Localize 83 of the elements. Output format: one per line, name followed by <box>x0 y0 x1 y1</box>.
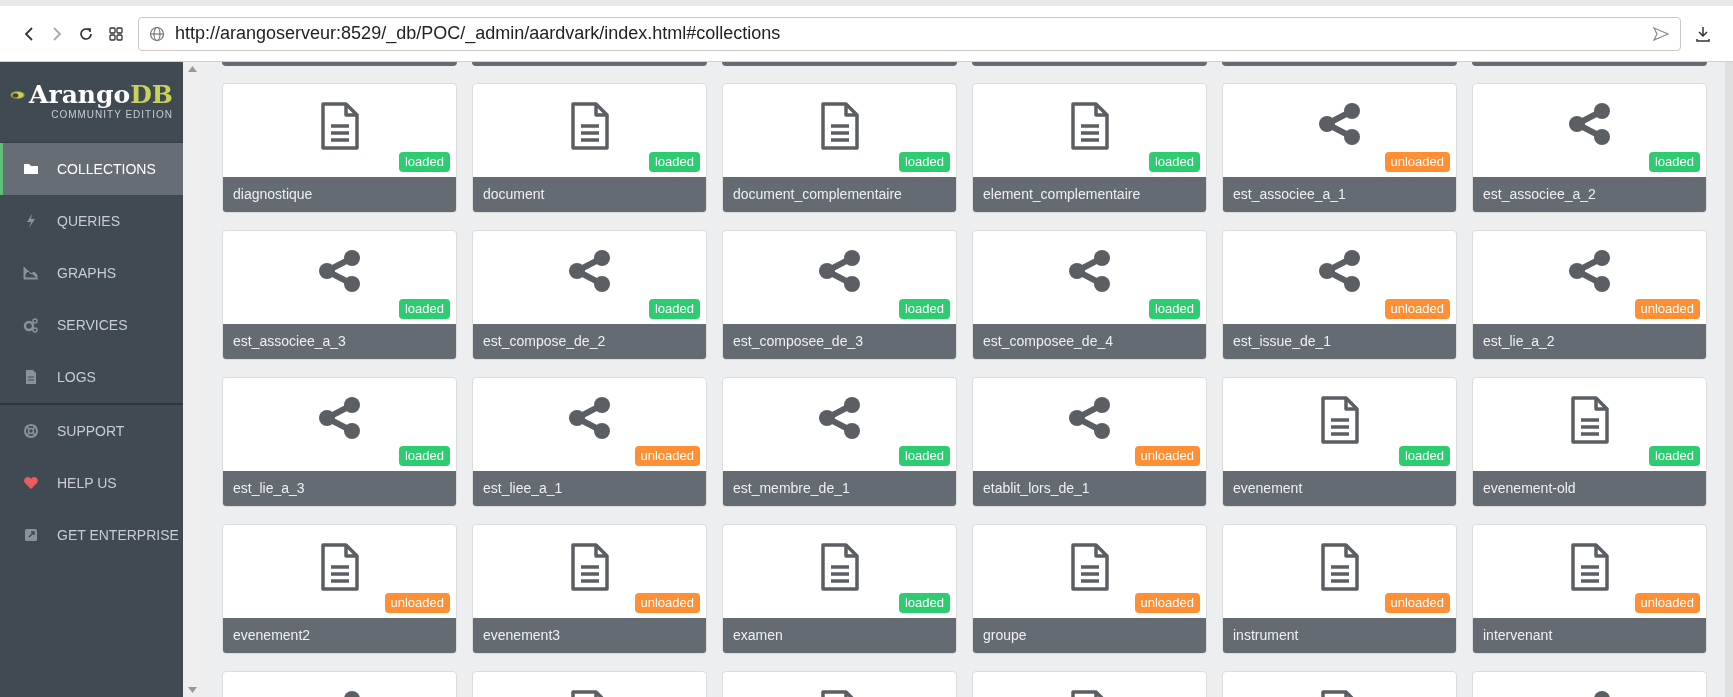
collection-card[interactable]: loaded document <box>472 83 707 213</box>
status-badge: unloaded <box>634 593 700 613</box>
status-badge: unloaded <box>1134 593 1200 613</box>
collection-card[interactable]: loaded est_membre_de_1 <box>722 377 957 507</box>
status-badge: unloaded <box>1634 593 1700 613</box>
collection-name: diagnostique <box>233 185 313 204</box>
status-badge: loaded <box>1648 152 1700 172</box>
collection-name: intervenant <box>1483 626 1553 645</box>
collection-card[interactable]: loaded est_lie_a_3 <box>222 377 457 507</box>
collection-card[interactable]: unloaded intervenant <box>1472 524 1707 654</box>
collection-card[interactable]: loaded element_complementaire <box>972 83 1207 213</box>
edition-label: COMMUNITY EDITION <box>51 109 173 122</box>
status-badge: loaded <box>898 446 950 466</box>
sidebar-item[interactable]: QUERIES <box>0 195 183 247</box>
status-badge: loaded <box>1148 299 1200 319</box>
url-text: http://arangoserveur:8529/_db/POC/_admin/aardvark/index.html#collections <box>175 22 781 46</box>
collection-name: document_complementaire <box>733 185 902 204</box>
address-bar[interactable]: http://arangoserveur:8529/_db/POC/_admin/aardvark/index.html#collections <box>138 16 1681 51</box>
collection-card[interactable]: loaded est_associee_a_3 <box>222 230 457 360</box>
collection-card[interactable]: loaded est_composee_de_4 <box>972 230 1207 360</box>
collection-name: est_lie_a_2 <box>1483 332 1555 351</box>
collection-card[interactable]: loaded examen <box>722 524 957 654</box>
collection-card[interactable]: unloaded evenement3 <box>472 524 707 654</box>
status-badge: unloaded <box>1384 593 1450 613</box>
collection-card[interactable]: loaded document_complementaire <box>722 83 957 213</box>
collection-name: evenement3 <box>483 626 561 645</box>
status-badge: loaded <box>898 593 950 613</box>
status-badge: unloaded <box>1134 446 1200 466</box>
collection-card[interactable]: unloaded est_associee_a_1 <box>1222 83 1457 213</box>
status-badge: unloaded <box>1384 299 1450 319</box>
status-badge: loaded <box>1148 152 1200 172</box>
status-badge: loaded <box>398 446 450 466</box>
status-badge: unloaded <box>384 593 450 613</box>
collection-card[interactable]: loaded est_composee_de_3 <box>722 230 957 360</box>
collection-name: est_composee_de_4 <box>983 332 1113 351</box>
collection-card[interactable]: unloaded groupe <box>972 524 1207 654</box>
collection-name: etablit_lors_de_1 <box>983 479 1090 498</box>
collection-card[interactable]: unloaded est_issue_de_1 <box>1222 230 1457 360</box>
collection-card[interactable]: unloaded etablit_lors_de_1 <box>972 377 1207 507</box>
status-badge: unloaded <box>1634 299 1700 319</box>
collection-name: est_composee_de_3 <box>733 332 863 351</box>
collection-name: est_membre_de_1 <box>733 479 850 498</box>
status-badge: loaded <box>1648 446 1700 466</box>
collection-name: document <box>483 185 545 204</box>
sidebar-item[interactable]: GET ENTERPRISE <box>0 509 183 561</box>
collection-name: instrument <box>1233 626 1299 645</box>
collection-name: est_lie_a_3 <box>233 479 305 498</box>
status-badge: unloaded <box>634 446 700 466</box>
collection-name: examen <box>733 626 783 645</box>
collection-card[interactable]: loaded evenement-old <box>1472 377 1707 507</box>
collection-name: est_compose_de_2 <box>483 332 606 351</box>
sidebar-item[interactable]: SERVICES <box>0 299 183 351</box>
sidebar-item[interactable]: HELP US <box>0 457 183 509</box>
collection-card[interactable]: unloaded instrument <box>1222 524 1457 654</box>
collection-name: element_complementaire <box>983 185 1141 204</box>
status-badge: loaded <box>398 299 450 319</box>
collection-name: est_associee_a_2 <box>1483 185 1596 204</box>
status-badge: loaded <box>648 152 700 172</box>
collection-card[interactable]: unloaded evenement2 <box>222 524 457 654</box>
status-badge: loaded <box>898 152 950 172</box>
collection-name: est_issue_de_1 <box>1233 332 1332 351</box>
collection-name: evenement <box>1233 479 1303 498</box>
status-badge: loaded <box>1398 446 1450 466</box>
collection-card[interactable]: unloaded est_liee_a_1 <box>472 377 707 507</box>
collection-name: est_liee_a_1 <box>483 479 563 498</box>
status-badge: unloaded <box>1384 152 1450 172</box>
collection-name: est_associee_a_3 <box>233 332 346 351</box>
collection-card[interactable]: loaded evenement <box>1222 377 1457 507</box>
collection-card[interactable]: unloaded est_lie_a_2 <box>1472 230 1707 360</box>
collection-card[interactable]: loaded diagnostique <box>222 83 457 213</box>
sidebar-item[interactable]: SUPPORT <box>0 405 183 457</box>
status-badge: loaded <box>648 299 700 319</box>
collection-name: evenement2 <box>233 626 311 645</box>
status-badge: loaded <box>898 299 950 319</box>
sidebar-item[interactable]: GRAPHS <box>0 247 183 299</box>
sidebar-item[interactable]: LOGS <box>0 351 183 403</box>
collection-card[interactable]: loaded est_associee_a_2 <box>1472 83 1707 213</box>
status-badge: loaded <box>398 152 450 172</box>
collection-name: groupe <box>983 626 1027 645</box>
sidebar-item[interactable]: COLLECTIONS <box>0 143 183 195</box>
collection-name: evenement-old <box>1483 479 1576 498</box>
collection-card[interactable]: loaded est_compose_de_2 <box>472 230 707 360</box>
collection-name: est_associee_a_1 <box>1233 185 1346 204</box>
